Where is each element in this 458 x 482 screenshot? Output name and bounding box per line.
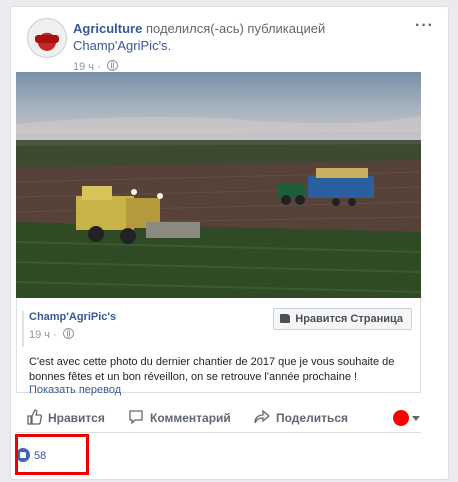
thumbs-up-icon [280, 314, 291, 323]
harvest-photo-art [16, 72, 421, 298]
shared-text: поделился(-ась) публикацией [145, 21, 326, 36]
shared-post-box: Champ'AgriPic's 19 ч · Нравится Страница… [16, 298, 421, 396]
translate-link[interactable]: Показать перевод [29, 384, 121, 396]
post-actions: Нравится Комментарий Поделиться [16, 406, 421, 433]
post-photo[interactable] [16, 72, 421, 298]
shared-page-name[interactable]: Champ'AgriPic's [29, 311, 116, 323]
author-link[interactable]: Agriculture [73, 21, 142, 36]
like-page-button[interactable]: Нравится Страница [273, 308, 412, 330]
reaction-selector[interactable] [393, 410, 421, 426]
like-button[interactable]: Нравится [26, 408, 105, 431]
highlight-box [15, 434, 89, 475]
globe-icon [62, 328, 74, 339]
share-arrow-icon [254, 409, 271, 431]
thumbs-up-icon [26, 409, 43, 431]
shared-post-time: 19 ч · [29, 328, 74, 341]
ellipsis-icon[interactable]: ··· [415, 18, 434, 34]
page-avatar[interactable] [27, 18, 67, 58]
shared-post-text: C'est avec cette photo du dernier chanti… [29, 356, 395, 383]
post-header: Agriculture поделился(-ась) публикацией … [27, 18, 438, 73]
chevron-down-icon [412, 416, 420, 421]
globe-icon [106, 60, 118, 71]
comment-icon [128, 409, 144, 431]
post-attribution: Agriculture поделился(-ась) публикацией … [73, 21, 326, 53]
reaction-dot-icon [393, 410, 409, 426]
share-button[interactable]: Поделиться [254, 408, 348, 431]
comment-button[interactable]: Комментарий [128, 408, 231, 431]
shared-page-link[interactable]: Champ'AgriPic's [73, 38, 168, 53]
